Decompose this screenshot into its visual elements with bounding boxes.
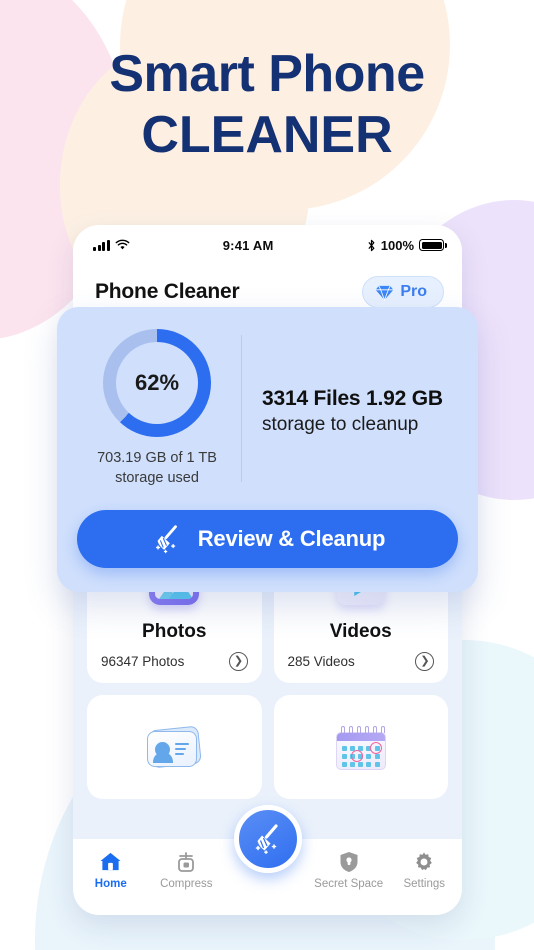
storage-files-size: 3314 Files 1.92 GB [262, 387, 443, 411]
storage-cleanup-label: storage to cleanup [262, 414, 419, 436]
storage-summary-card: 62% 703.19 GB of 1 TB storage used 3314 … [57, 307, 478, 593]
home-icon [99, 850, 122, 873]
storage-card-top: 62% 703.19 GB of 1 TB storage used 3314 … [77, 329, 458, 488]
pro-badge[interactable]: Pro [362, 276, 444, 308]
bluetooth-icon [368, 239, 375, 251]
diamond-icon [375, 285, 394, 301]
storage-percent-label: 62% [116, 342, 198, 424]
storage-ring-column: 62% 703.19 GB of 1 TB storage used [77, 329, 237, 488]
tile-photos-title: Photos [142, 621, 207, 642]
compress-icon [175, 850, 197, 873]
nav-item-compress-label: Compress [160, 878, 213, 890]
status-bar: 9:41 AM 100% [73, 225, 462, 265]
storage-info-column: 3314 Files 1.92 GB storage to cleanup [262, 329, 458, 488]
tile-contacts[interactable] [87, 695, 262, 799]
hero-line-1: Smart Phone [109, 45, 425, 103]
nav-item-settings-label: Settings [403, 878, 445, 890]
review-cleanup-label: Review & Cleanup [197, 526, 386, 552]
signal-bars-icon [93, 239, 110, 251]
chevron-right-circle-icon[interactable]: ❯ [228, 652, 248, 671]
nav-item-secret-space-label: Secret Space [314, 878, 384, 890]
storage-used-line-2: storage used [115, 469, 199, 486]
tile-photos-footer: 96347 Photos ❯ [101, 652, 248, 671]
status-bar-left [93, 239, 130, 251]
battery-percent-label: 100% [380, 237, 414, 253]
bottom-nav: Home Compress Secret Space Settings [73, 805, 462, 915]
pro-badge-label: Pro [400, 283, 427, 300]
nav-item-home-label: Home [94, 878, 127, 890]
tile-photos-count: 96347 Photos [101, 654, 185, 669]
wifi-icon [115, 239, 129, 250]
nav-item-secret-space[interactable]: Secret Space [311, 850, 387, 890]
broom-icon [155, 525, 177, 554]
shield-lock-icon [339, 850, 359, 873]
battery-icon [419, 239, 447, 251]
broom-icon [255, 824, 278, 855]
tile-videos-title: Videos [329, 621, 392, 642]
tile-videos-footer: 285 Videos ❯ [287, 652, 434, 671]
gear-icon [413, 850, 435, 873]
cleanup-fab-button[interactable] [233, 805, 302, 873]
storage-used-caption: 703.19 GB of 1 TB storage used [97, 449, 217, 488]
hero-line-2: CLEANER [141, 106, 393, 165]
contacts-card-icon [145, 719, 203, 777]
nav-item-compress[interactable]: Compress [149, 850, 225, 890]
nav-item-settings[interactable]: Settings [386, 850, 462, 890]
tile-videos-count: 285 Videos [287, 654, 355, 669]
storage-card-divider [241, 335, 242, 483]
status-bar-right: 100% [367, 237, 447, 253]
status-bar-time: 9:41 AM [222, 237, 274, 253]
storage-progress-ring: 62% [103, 329, 211, 437]
page-title: Phone Cleaner [95, 280, 240, 303]
calendar-icon [335, 719, 386, 777]
chevron-right-circle-icon[interactable]: ❯ [415, 652, 434, 671]
review-cleanup-button[interactable]: Review & Cleanup [77, 510, 458, 569]
storage-used-line-1: 703.19 GB of 1 TB [97, 450, 217, 466]
tile-calendar[interactable] [273, 695, 448, 799]
nav-item-home[interactable]: Home [73, 850, 149, 890]
hero-headline: Smart Phone CLEANER [0, 46, 534, 167]
feature-grid-row-2 [87, 695, 448, 799]
